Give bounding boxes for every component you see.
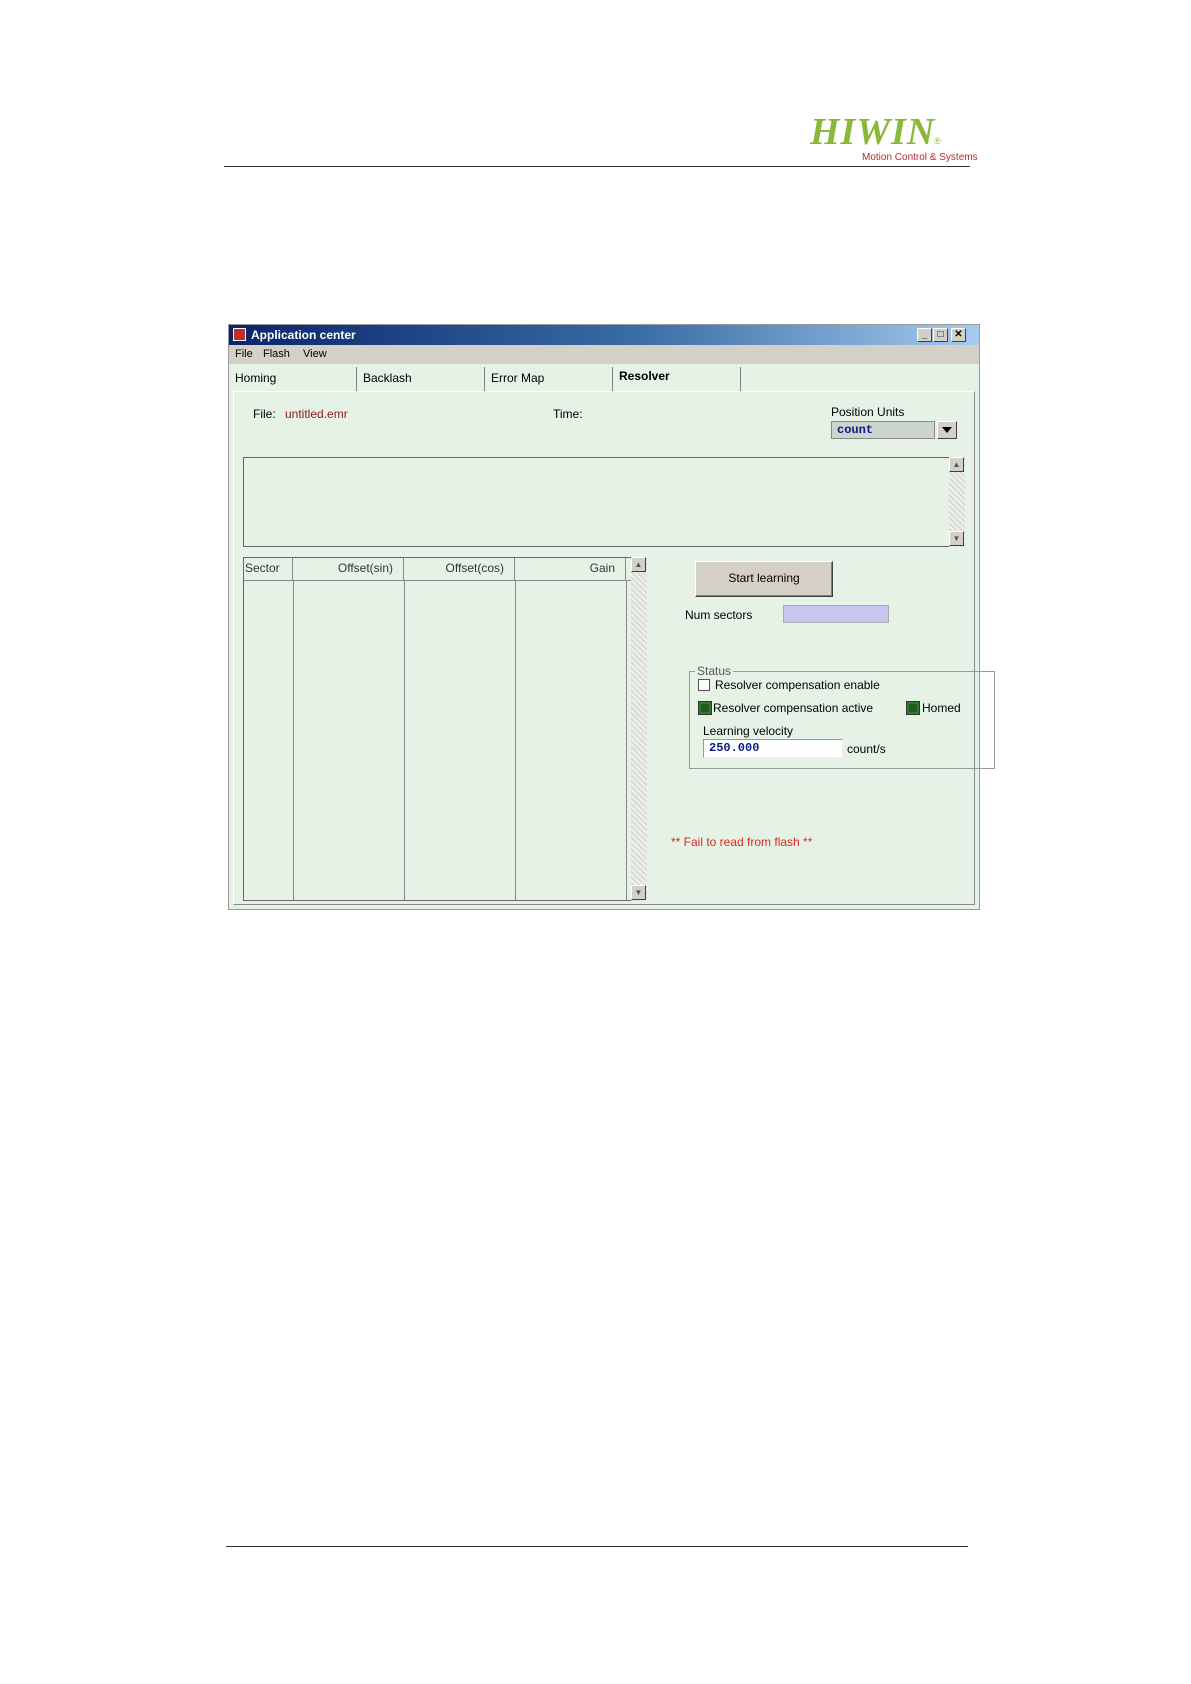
column-offset-sin[interactable]: Offset(sin) bbox=[293, 558, 404, 580]
minimize-button[interactable]: _ bbox=[917, 328, 932, 342]
scroll-up-icon[interactable]: ▲ bbox=[631, 557, 646, 572]
tab-homing[interactable]: Homing bbox=[229, 367, 357, 391]
scroll-down-icon[interactable]: ▼ bbox=[949, 531, 964, 546]
title-bar[interactable]: Application center _ □ ✕ bbox=[229, 325, 979, 345]
position-units-dropdown-button[interactable] bbox=[937, 421, 957, 439]
log-textarea[interactable] bbox=[243, 457, 949, 547]
position-units-label: Position Units bbox=[831, 405, 905, 419]
chevron-down-icon bbox=[942, 427, 952, 433]
num-sectors-field[interactable] bbox=[783, 605, 889, 623]
column-offset-cos[interactable]: Offset(cos) bbox=[404, 558, 515, 580]
logo-brand: HIWIN bbox=[810, 111, 936, 153]
table-header: Sector Offset(sin) Offset(cos) Gain bbox=[244, 558, 643, 581]
compensation-enable-label: Resolver compensation enable bbox=[715, 678, 880, 692]
logo-tagline: Motion Control & Systems bbox=[862, 152, 978, 163]
compensation-enable-checkbox[interactable] bbox=[698, 679, 710, 691]
compensation-active-led-icon bbox=[698, 701, 712, 715]
homed-label: Homed bbox=[922, 701, 961, 715]
tab-resolver[interactable]: Resolver bbox=[613, 367, 741, 391]
hiwin-logo: HIWIN ® Motion Control & Systems bbox=[810, 112, 980, 168]
homed-led-icon bbox=[906, 701, 920, 715]
close-button[interactable]: ✕ bbox=[951, 328, 966, 342]
menu-file[interactable]: File bbox=[235, 347, 253, 362]
time-label: Time: bbox=[553, 407, 583, 421]
application-window: Application center _ □ ✕ File Flash View… bbox=[228, 324, 995, 910]
column-sector[interactable]: Sector bbox=[244, 558, 293, 580]
menu-bar: File Flash View bbox=[229, 345, 979, 364]
footer-rule bbox=[226, 1546, 968, 1547]
position-units-select[interactable]: count bbox=[831, 421, 935, 439]
table-scrollbar[interactable]: ▲ ▼ bbox=[631, 557, 647, 901]
tab-error-map[interactable]: Error Map bbox=[485, 367, 613, 391]
status-group-title: Status bbox=[695, 664, 734, 678]
flash-error-message: ** Fail to read from flash ** bbox=[671, 835, 813, 849]
velocity-unit-label: count/s bbox=[847, 742, 886, 756]
file-label: File: bbox=[253, 407, 276, 421]
app-icon bbox=[233, 328, 246, 341]
tab-backlash[interactable]: Backlash bbox=[357, 367, 485, 391]
header-rule bbox=[224, 166, 970, 167]
sector-table: Sector Offset(sin) Offset(cos) Gain bbox=[243, 557, 644, 901]
file-name: untitled.emr bbox=[285, 407, 348, 421]
start-learning-button[interactable]: Start learning bbox=[695, 561, 833, 597]
log-scrollbar[interactable]: ▲ ▼ bbox=[949, 457, 965, 547]
column-gain[interactable]: Gain bbox=[515, 558, 626, 580]
column-divider bbox=[626, 580, 627, 900]
column-divider bbox=[293, 580, 294, 900]
learning-velocity-input[interactable]: 250.000 bbox=[703, 739, 843, 758]
column-divider bbox=[404, 580, 405, 900]
menu-flash[interactable]: Flash bbox=[263, 347, 290, 362]
learning-velocity-label: Learning velocity bbox=[703, 724, 794, 738]
menu-view[interactable]: View bbox=[303, 347, 327, 362]
compensation-active-label: Resolver compensation active bbox=[713, 701, 874, 715]
column-divider bbox=[515, 580, 516, 900]
logo-registered-mark: ® bbox=[934, 136, 941, 146]
window-title: Application center bbox=[251, 328, 356, 342]
scroll-down-icon[interactable]: ▼ bbox=[631, 885, 646, 900]
maximize-button[interactable]: □ bbox=[933, 328, 948, 342]
num-sectors-label: Num sectors bbox=[685, 608, 753, 622]
scroll-up-icon[interactable]: ▲ bbox=[949, 457, 964, 472]
tab-bar: Homing Backlash Error Map Resolver bbox=[229, 365, 979, 391]
